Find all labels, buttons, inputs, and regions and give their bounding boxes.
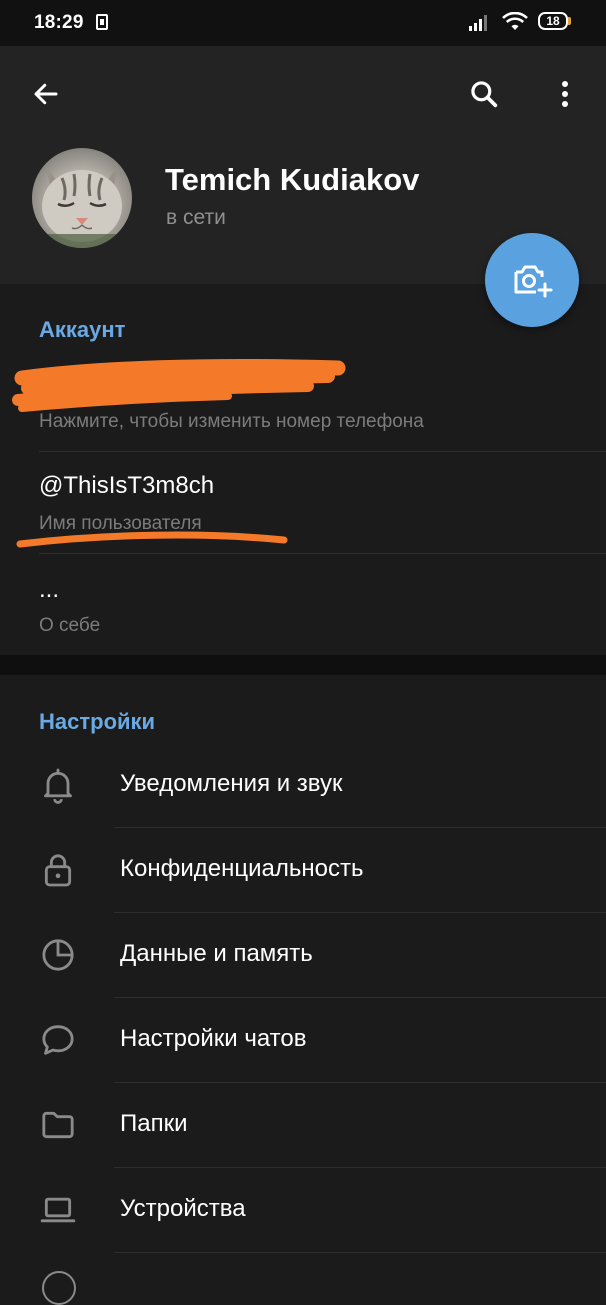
settings-section-title: Настройки — [39, 709, 156, 734]
settings-item-label: Данные и память — [120, 940, 313, 967]
search-button[interactable] — [460, 70, 508, 118]
sim-card-icon — [96, 14, 108, 30]
settings-item-label: Папки — [120, 1110, 188, 1137]
camera-add-icon — [514, 265, 553, 298]
settings-item-data-storage[interactable]: Данные и память — [0, 913, 606, 998]
account-section-title: Аккаунт — [39, 317, 126, 342]
settings-item-label: Уведомления и звук — [120, 770, 343, 797]
divider — [114, 1252, 606, 1253]
username-value: @ThisIsT3m8ch — [39, 472, 215, 499]
settings-item-notifications[interactable]: Уведомления и звук — [0, 743, 606, 828]
avatar-image — [32, 166, 132, 248]
settings-section: Настройки Уведомления и звук Конфиденциа… — [0, 675, 606, 1305]
settings-item-devices[interactable]: Устройства — [0, 1168, 606, 1253]
chat-bubble-icon — [36, 1018, 80, 1062]
search-icon — [471, 81, 498, 108]
bio-value: ... — [39, 576, 60, 603]
more-vertical-icon — [562, 81, 568, 107]
avatar[interactable] — [32, 148, 132, 248]
folder-icon — [36, 1103, 80, 1147]
wifi-icon — [502, 12, 528, 30]
pie-chart-icon — [36, 933, 80, 977]
profile-name: Temich Kudiakov — [165, 162, 420, 197]
bell-icon — [36, 763, 80, 807]
next-item-icon-partial — [42, 1271, 76, 1305]
laptop-icon — [36, 1188, 80, 1232]
set-photo-button[interactable] — [485, 233, 579, 327]
signal-icon — [469, 15, 487, 31]
username-label: Имя пользователя — [39, 513, 202, 534]
phone-redaction-scribble — [12, 358, 346, 412]
bio-label: О себе — [39, 615, 101, 636]
divider — [39, 553, 606, 554]
online-status: в сети — [166, 206, 226, 229]
settings-item-label: Настройки чатов — [120, 1025, 307, 1052]
back-button[interactable] — [22, 70, 70, 118]
account-section: Аккаунт Нажмите, чтобы изменить номер те… — [0, 284, 606, 655]
settings-item-label: Устройства — [120, 1195, 246, 1222]
status-time: 18:29 — [34, 12, 84, 33]
settings-item-privacy[interactable]: Конфиденциальность — [0, 828, 606, 913]
divider — [39, 451, 606, 452]
settings-item-folders[interactable]: Папки — [0, 1083, 606, 1168]
section-gap — [0, 655, 606, 675]
status-bar: 18:29 18 — [0, 0, 606, 46]
settings-item-label: Конфиденциальность — [120, 855, 364, 882]
arrow-left-icon — [34, 83, 58, 105]
lock-icon — [36, 848, 80, 892]
more-options-button[interactable] — [541, 70, 589, 118]
battery-level: 18 — [538, 12, 568, 30]
battery-icon — [568, 17, 571, 25]
settings-item-chat-settings[interactable]: Настройки чатов — [0, 998, 606, 1083]
phone-hint: Нажмите, чтобы изменить номер телефона — [39, 411, 424, 432]
